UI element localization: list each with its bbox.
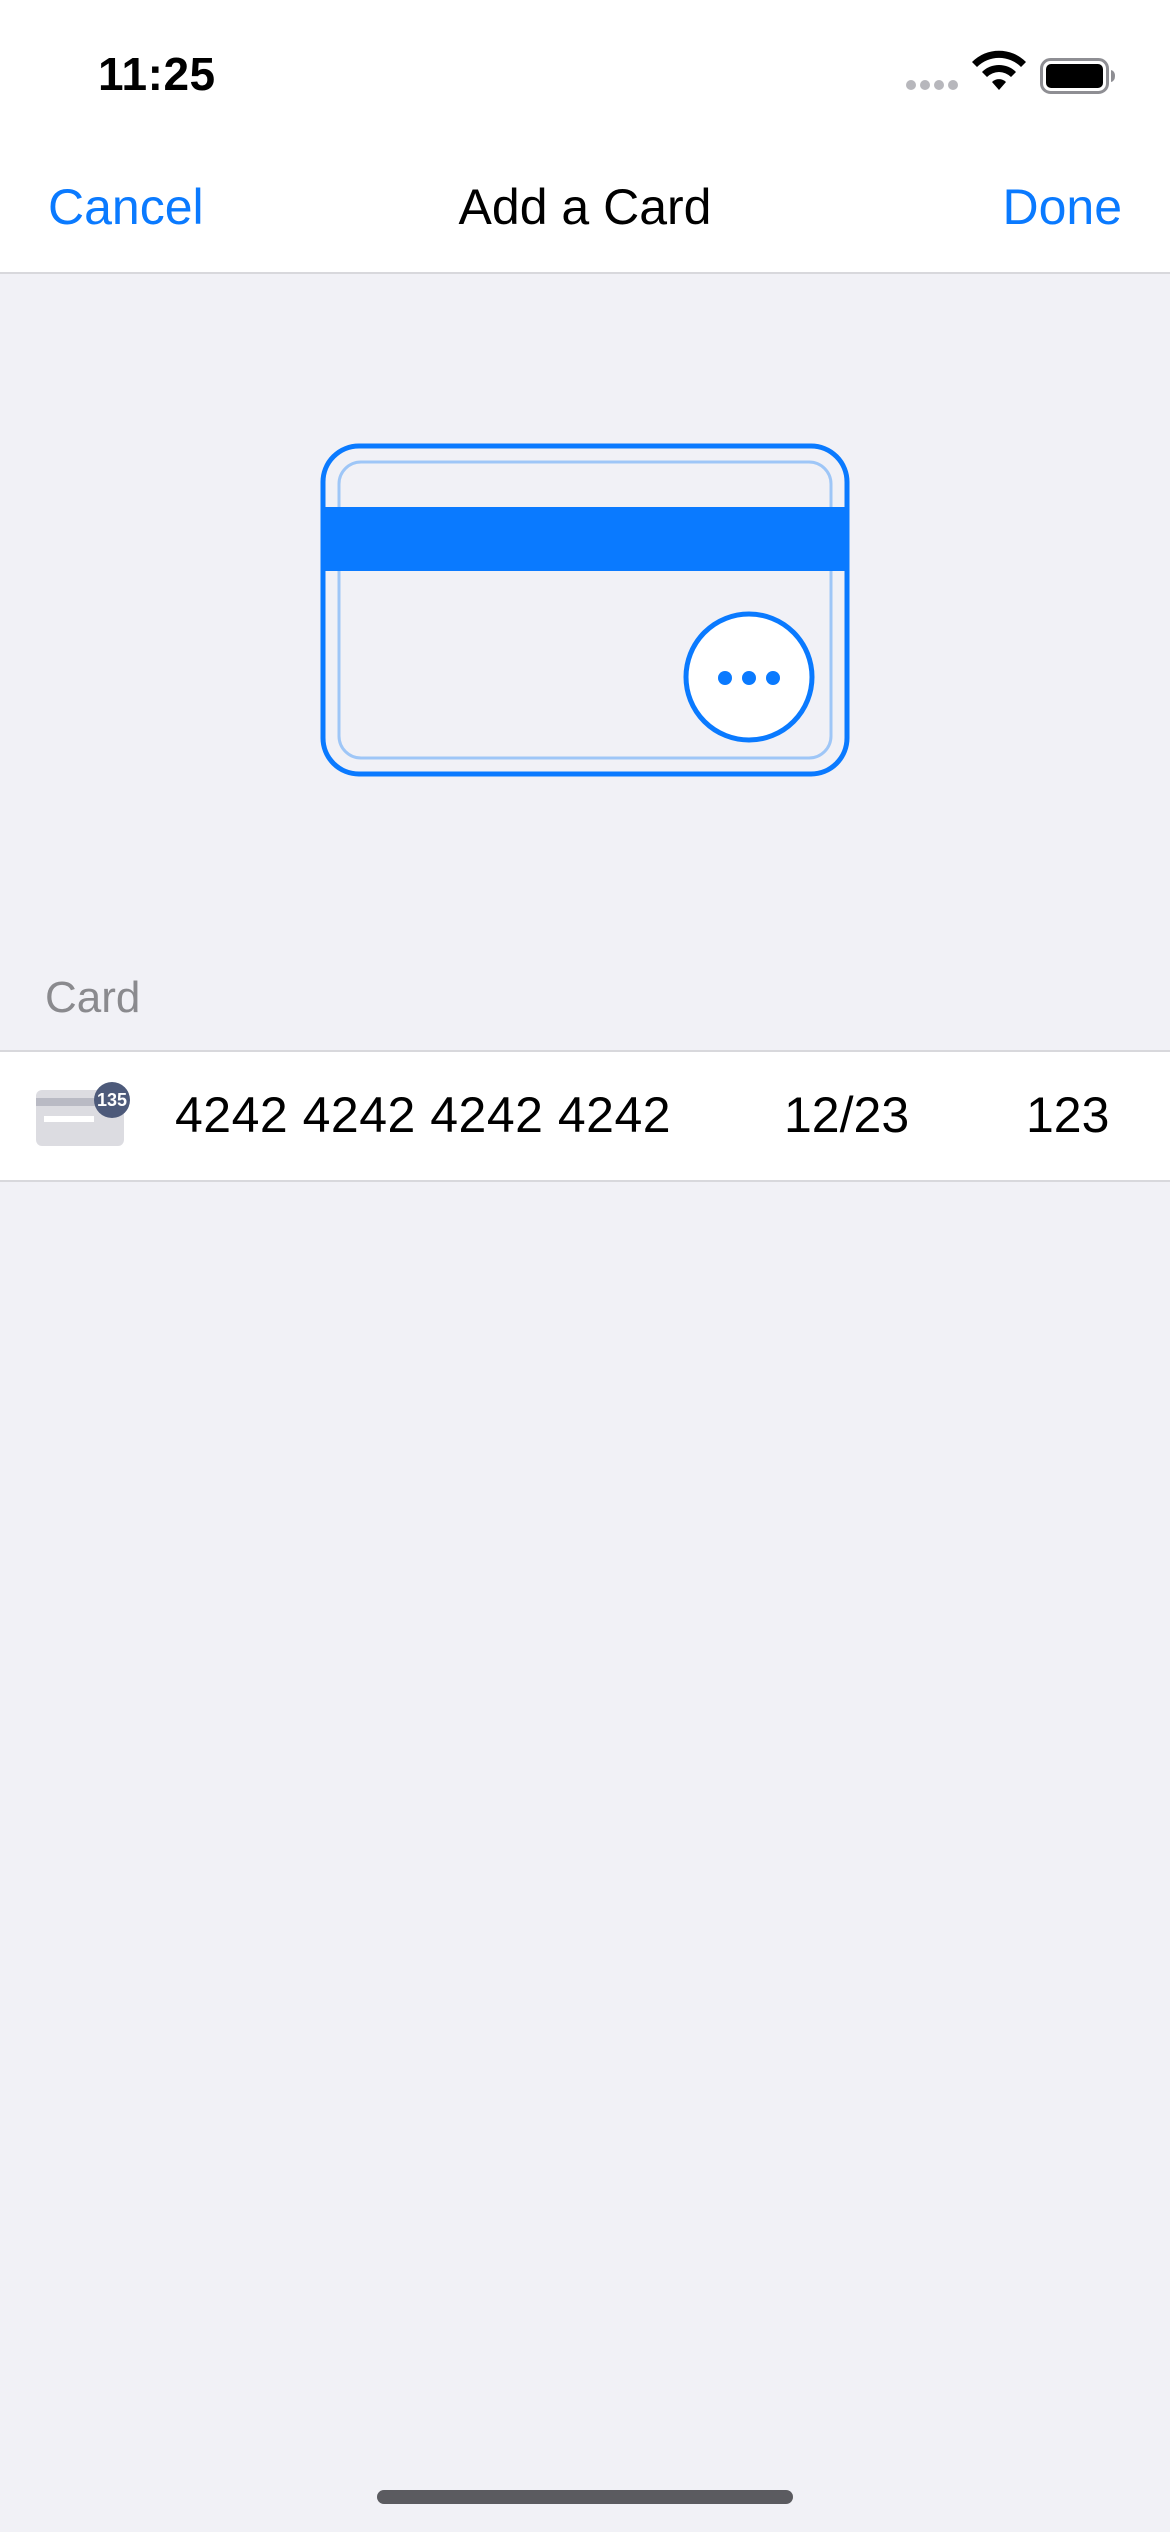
page-title: Add a Card	[458, 179, 712, 235]
status-time: 11:25	[98, 48, 216, 100]
card-brand-icon: 135	[36, 1082, 130, 1146]
section-header-card: Card	[45, 973, 141, 1022]
home-indicator[interactable]	[377, 2490, 793, 2504]
card-expiry-field[interactable]: 12/23	[784, 1084, 909, 1146]
wifi-icon	[972, 50, 1026, 90]
done-button[interactable]: Done	[1002, 176, 1122, 238]
card-number-field[interactable]: 4242 4242 4242 4242	[175, 1084, 671, 1146]
battery-icon	[1040, 58, 1115, 94]
svg-text:135: 135	[97, 1090, 127, 1110]
credit-card-icon	[320, 443, 850, 777]
nav-bar: Cancel Add a Card Done	[0, 150, 1170, 274]
card-cvc-field[interactable]: 123	[1026, 1084, 1109, 1146]
card-input-row[interactable]: 135 4242 4242 4242 4242 12/23 123	[0, 1050, 1170, 1182]
signal-icon	[906, 80, 960, 92]
status-bar: 11:25	[0, 0, 1170, 150]
